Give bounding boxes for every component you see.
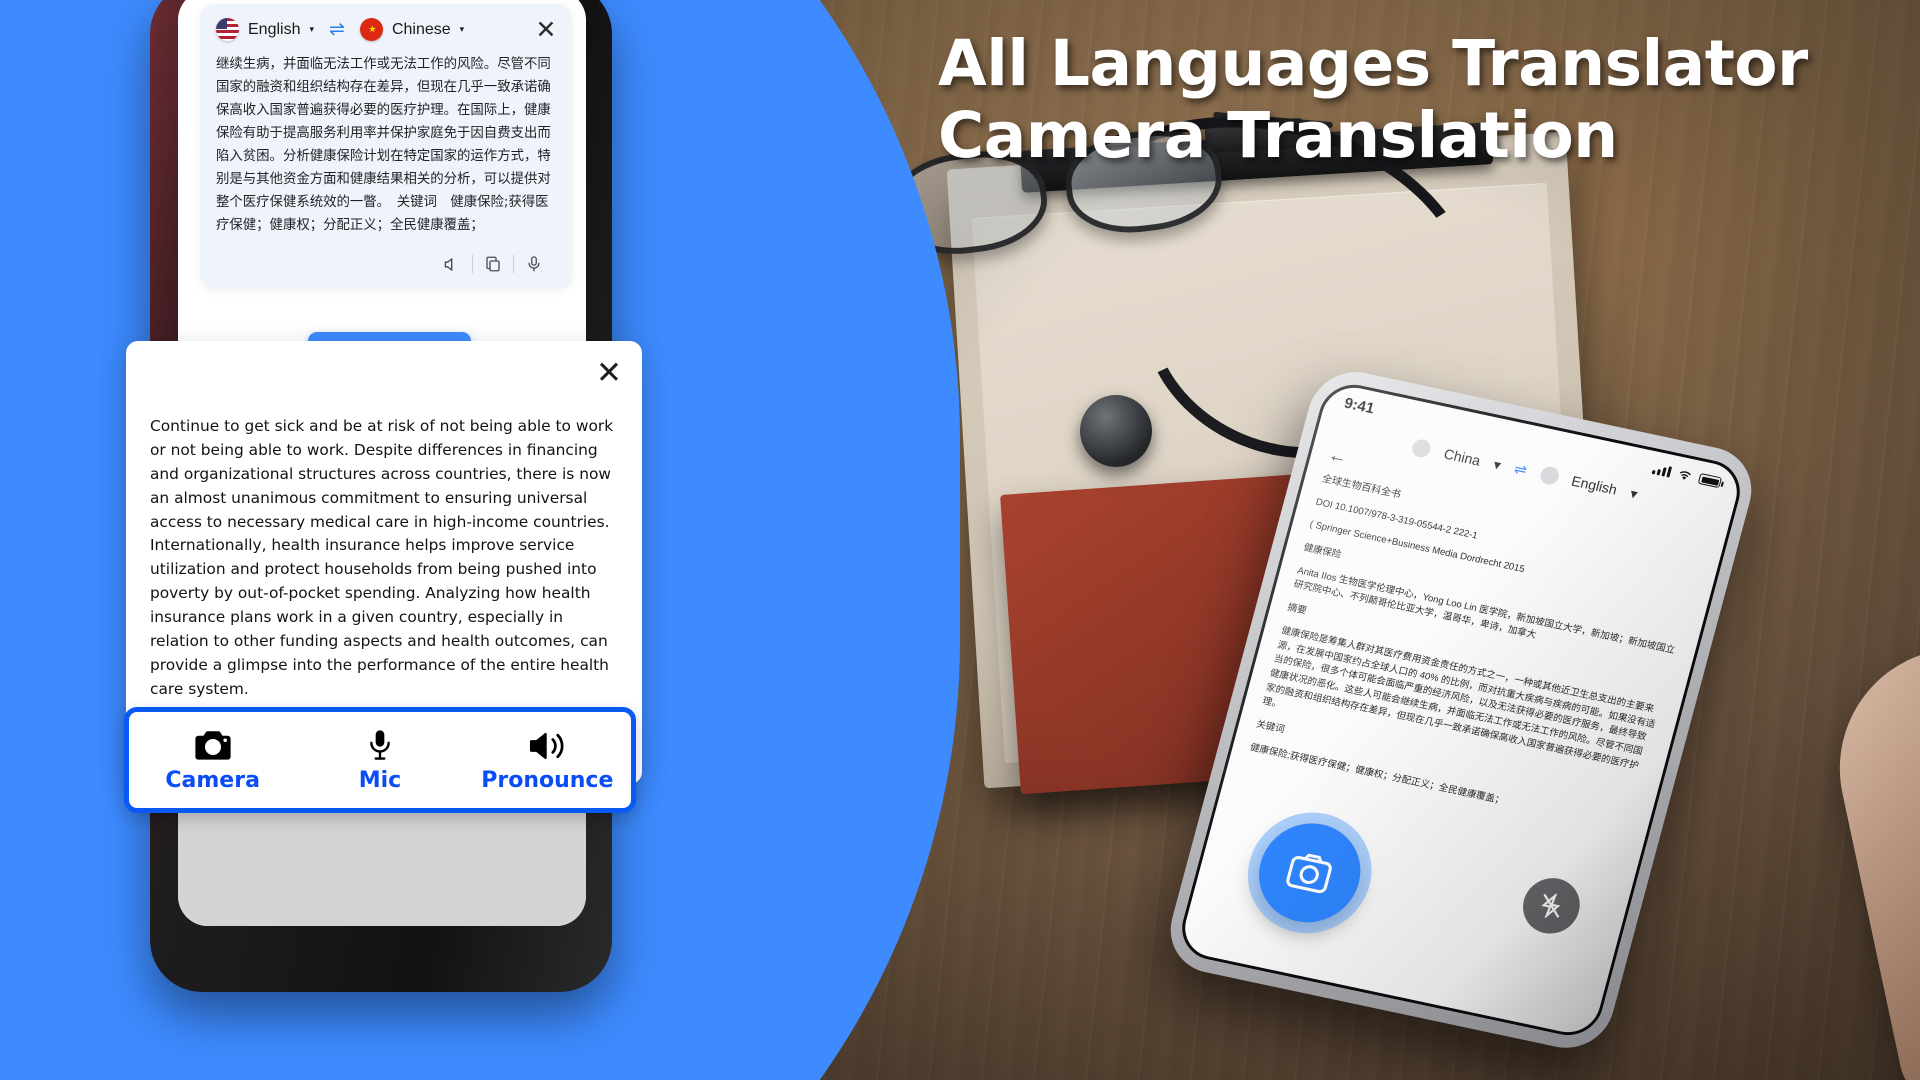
speaker-icon[interactable] — [432, 249, 472, 279]
phone-target-flag-icon — [1538, 465, 1561, 487]
source-card-close-icon[interactable]: ✕ — [532, 16, 560, 44]
phone-source-language[interactable]: China — [1442, 446, 1482, 469]
camera-action-label: Camera — [165, 767, 260, 793]
pronounce-action-button[interactable]: Pronounce — [464, 728, 631, 793]
cn-flag-icon: ★ — [359, 18, 383, 41]
translated-text: Continue to get sick and be at risk of n… — [150, 417, 614, 698]
phone-swap-icon[interactable]: ⇌ — [1512, 459, 1529, 479]
speaker-icon — [527, 728, 567, 762]
source-language-chevron-down-icon[interactable]: ▾ — [309, 24, 314, 35]
phone-target-caret-icon[interactable]: ▾ — [1628, 485, 1640, 503]
flash-off-icon — [1541, 892, 1561, 920]
poster-canvas: 9:41 China ▾ ⇌ English ▾ ← 全球生物百科全书 DOI … — [0, 0, 1920, 1080]
headline-line-2: Camera Translation — [938, 98, 1618, 172]
pronounce-action-label: Pronounce — [481, 767, 614, 793]
source-text-card: English ▾ ⇌ ★ Chinese ▾ ✕ 继续生病，并面临无法工作或无… — [200, 4, 572, 290]
screen-bottom-area — [178, 808, 586, 926]
language-selector-row: English ▾ ⇌ ★ Chinese ▾ — [216, 18, 556, 41]
camera-icon — [193, 728, 233, 762]
battery-icon — [1697, 473, 1723, 489]
poster-headline: All Languages Translator Camera Translat… — [938, 28, 1898, 172]
headline-line-1: All Languages Translator — [938, 27, 1808, 100]
target-language-label[interactable]: Chinese — [392, 21, 451, 39]
camera-action-button[interactable]: Camera — [129, 728, 296, 793]
source-language-label[interactable]: English — [248, 21, 300, 39]
microphone-icon — [367, 728, 393, 762]
source-text: 继续生病，并面临无法工作或无法工作的风险。尽管不同国家的融资和组织结构存在差异，… — [216, 57, 551, 234]
us-flag-icon — [216, 18, 239, 41]
bottom-action-bar: Camera Mic Pronounce — [124, 707, 636, 813]
phone-flash-toggle[interactable] — [1516, 872, 1587, 939]
microphone-icon[interactable] — [514, 249, 554, 279]
result-card-close-icon[interactable]: ✕ — [592, 355, 626, 389]
mic-action-button[interactable]: Mic — [296, 728, 463, 793]
source-card-actions — [216, 245, 556, 281]
swap-languages-icon[interactable]: ⇌ — [329, 18, 345, 41]
phone-source-flag-icon — [1410, 437, 1433, 460]
mic-action-label: Mic — [358, 767, 402, 793]
target-language-chevron-down-icon[interactable]: ▾ — [460, 24, 465, 35]
copy-icon[interactable] — [473, 249, 513, 279]
phone-target-language[interactable]: English — [1570, 473, 1619, 498]
wifi-icon — [1679, 471, 1691, 480]
phone-shutter-button[interactable] — [1247, 814, 1372, 932]
camera-shutter-icon — [1286, 853, 1332, 894]
signal-bars-icon — [1651, 463, 1673, 478]
phone-source-caret-icon[interactable]: ▾ — [1492, 456, 1503, 474]
